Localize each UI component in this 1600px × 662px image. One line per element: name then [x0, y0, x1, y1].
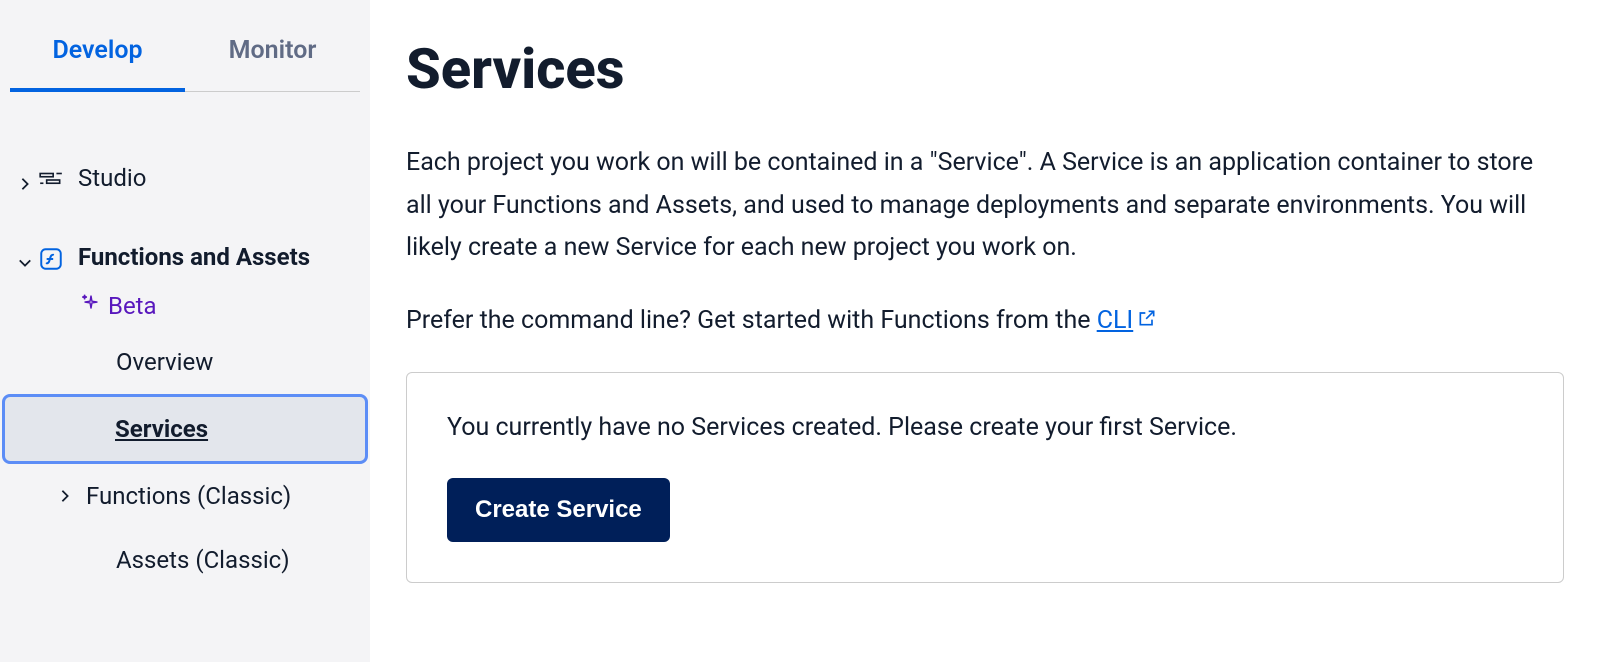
- studio-icon: [38, 167, 68, 199]
- tab-monitor[interactable]: Monitor: [185, 16, 360, 91]
- empty-state-card: You currently have no Services created. …: [406, 372, 1564, 583]
- create-service-button[interactable]: Create Service: [447, 478, 670, 542]
- sidebar-item-label: Functions (Classic): [80, 482, 291, 510]
- sidebar-tabs: Develop Monitor: [10, 16, 360, 92]
- page-title: Services: [406, 36, 1564, 102]
- page-description: Each project you work on will be contain…: [406, 142, 1564, 270]
- empty-state-text: You currently have no Services created. …: [447, 413, 1523, 442]
- cli-prefix-text: Prefer the command line? Get started wit…: [406, 306, 1097, 335]
- sidebar: Develop Monitor Studio: [0, 0, 370, 662]
- sidebar-item-services[interactable]: Services: [2, 394, 368, 464]
- sidebar-item-studio[interactable]: Studio: [0, 152, 370, 211]
- chevron-right-icon: [50, 489, 80, 503]
- chevron-down-icon: [18, 248, 38, 276]
- beta-badge: Beta: [0, 290, 370, 330]
- cli-link[interactable]: CLI: [1097, 300, 1158, 343]
- sidebar-item-label: Services: [79, 415, 208, 443]
- sidebar-item-label: Assets (Classic): [116, 546, 290, 574]
- sidebar-item-label: Studio: [78, 164, 146, 192]
- cli-prompt: Prefer the command line? Get started wit…: [406, 300, 1564, 343]
- sidebar-item-functions-classic[interactable]: Functions (Classic): [0, 464, 370, 528]
- tab-develop[interactable]: Develop: [10, 16, 185, 91]
- beta-label: Beta: [108, 292, 157, 320]
- sparkle-icon: [80, 292, 102, 320]
- sidebar-item-assets-classic[interactable]: Assets (Classic): [0, 528, 370, 592]
- functions-icon: [38, 246, 68, 278]
- external-link-icon: [1137, 300, 1157, 343]
- sidebar-item-label: Functions and Assets: [78, 243, 310, 271]
- main-content: Services Each project you work on will b…: [370, 0, 1600, 662]
- chevron-right-icon: [18, 169, 38, 197]
- sidebar-item-functions-assets[interactable]: Functions and Assets: [0, 231, 370, 290]
- sidebar-item-overview[interactable]: Overview: [0, 330, 370, 394]
- cli-link-text: CLI: [1097, 300, 1134, 343]
- sidebar-item-label: Overview: [116, 348, 213, 376]
- sidebar-nav: Studio Functions and Assets: [0, 152, 370, 592]
